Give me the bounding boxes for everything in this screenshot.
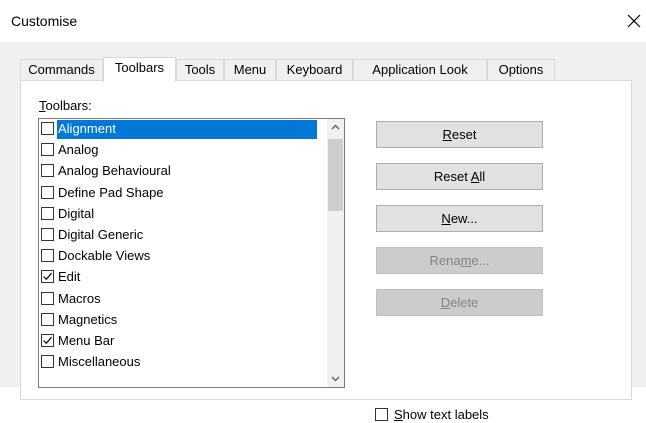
checkmark-icon: [43, 336, 52, 345]
toolbar-checkbox[interactable]: [41, 143, 54, 157]
toolbar-item-label: Miscellaneous: [58, 354, 141, 370]
toolbar-item-label: Macros: [58, 290, 101, 306]
toolbar-list-item[interactable]: Magnetics: [40, 311, 316, 330]
tab-options[interactable]: Options: [487, 59, 555, 80]
tab-tools[interactable]: Tools: [176, 59, 224, 80]
toolbar-checkbox[interactable]: [41, 312, 54, 326]
tab-toolbars[interactable]: Toolbars: [103, 57, 176, 82]
toolbar-checkbox[interactable]: [41, 355, 54, 369]
toolbar-list-item[interactable]: Define Pad Shape: [40, 184, 316, 203]
customise-dialog: Commands Toolbars Tools Menu Keyboard Ap…: [0, 42, 646, 422]
new-button[interactable]: New...: [376, 205, 543, 232]
scroll-down-button[interactable]: [327, 370, 344, 387]
toolbar-item-label: Analog: [58, 142, 99, 158]
toolbar-checkbox[interactable]: [41, 270, 54, 284]
toolbar-list-item[interactable]: Analog: [40, 141, 316, 160]
scroll-up-button[interactable]: [327, 119, 344, 136]
toolbar-checkbox[interactable]: [41, 249, 54, 263]
toolbar-list-item[interactable]: Digital: [40, 205, 316, 224]
toolbar-list-item[interactable]: Dockable Views: [40, 247, 316, 266]
toolbar-list-item[interactable]: Edit: [40, 268, 316, 287]
show-text-labels-box[interactable]: [375, 408, 388, 421]
toolbar-list-item[interactable]: Alignment: [40, 120, 317, 139]
toolbars-label: Toolbars:: [39, 98, 92, 113]
tab-keyboard[interactable]: Keyboard: [276, 59, 353, 80]
toolbar-checkbox[interactable]: [41, 228, 54, 241]
close-icon: [627, 14, 641, 28]
toolbar-item-label: Menu Bar: [58, 333, 115, 348]
toolbar-checkbox[interactable]: [41, 164, 54, 178]
list-scrollbar[interactable]: [327, 119, 344, 387]
toolbar-item-label: Edit: [58, 269, 81, 285]
rename-button[interactable]: Rename...: [376, 247, 543, 274]
reset-button[interactable]: Reset: [376, 121, 543, 148]
toolbar-item-label: Analog Behavioural: [58, 163, 171, 179]
toolbar-list-item[interactable]: Digital Generic: [40, 226, 316, 245]
toolbars-panel: Toolbars: Alignment Analog Analog Behaviou…: [20, 80, 632, 422]
reset-all-button[interactable]: Reset All: [376, 163, 543, 190]
close-button[interactable]: [622, 9, 646, 33]
checkmark-icon: [43, 273, 52, 281]
toolbar-list-item[interactable]: Analog Behavioural: [40, 162, 316, 181]
title-bar: Customise: [0, 0, 646, 42]
toolbar-checkbox[interactable]: [41, 122, 54, 135]
scroll-thumb[interactable]: [328, 139, 343, 211]
toolbar-list-item[interactable]: Menu Bar: [40, 332, 316, 351]
tab-commands[interactable]: Commands: [20, 59, 103, 80]
toolbar-checkbox[interactable]: [41, 206, 54, 220]
toolbar-item-label: Digital Generic: [58, 227, 144, 242]
window-title: Customise: [11, 13, 78, 29]
toolbar-item-label: Digital: [58, 205, 95, 221]
tab-menu[interactable]: Menu: [224, 59, 276, 80]
toolbar-item-label: Magnetics: [58, 311, 118, 327]
toolbar-checkbox[interactable]: [41, 185, 54, 199]
toolbar-list-item[interactable]: Miscellaneous: [40, 353, 316, 372]
toolbars-list[interactable]: Alignment Analog Analog Behavioural Define …: [38, 118, 345, 388]
toolbar-item-label: Define Pad Shape: [58, 184, 164, 200]
scroll-up-arrow-icon: [331, 124, 340, 130]
toolbar-list-item[interactable]: Macros: [40, 290, 316, 309]
scroll-down-arrow-icon: [331, 376, 340, 382]
delete-button[interactable]: Delete: [376, 289, 543, 316]
toolbar-checkbox[interactable]: [41, 291, 54, 305]
tab-application-look[interactable]: Application Look: [353, 59, 487, 80]
toolbar-checkbox[interactable]: [41, 334, 54, 347]
toolbar-item-label: Alignment: [57, 120, 317, 139]
show-text-labels-label: Show text labels: [394, 407, 489, 422]
toolbar-item-label: Dockable Views: [58, 248, 151, 264]
